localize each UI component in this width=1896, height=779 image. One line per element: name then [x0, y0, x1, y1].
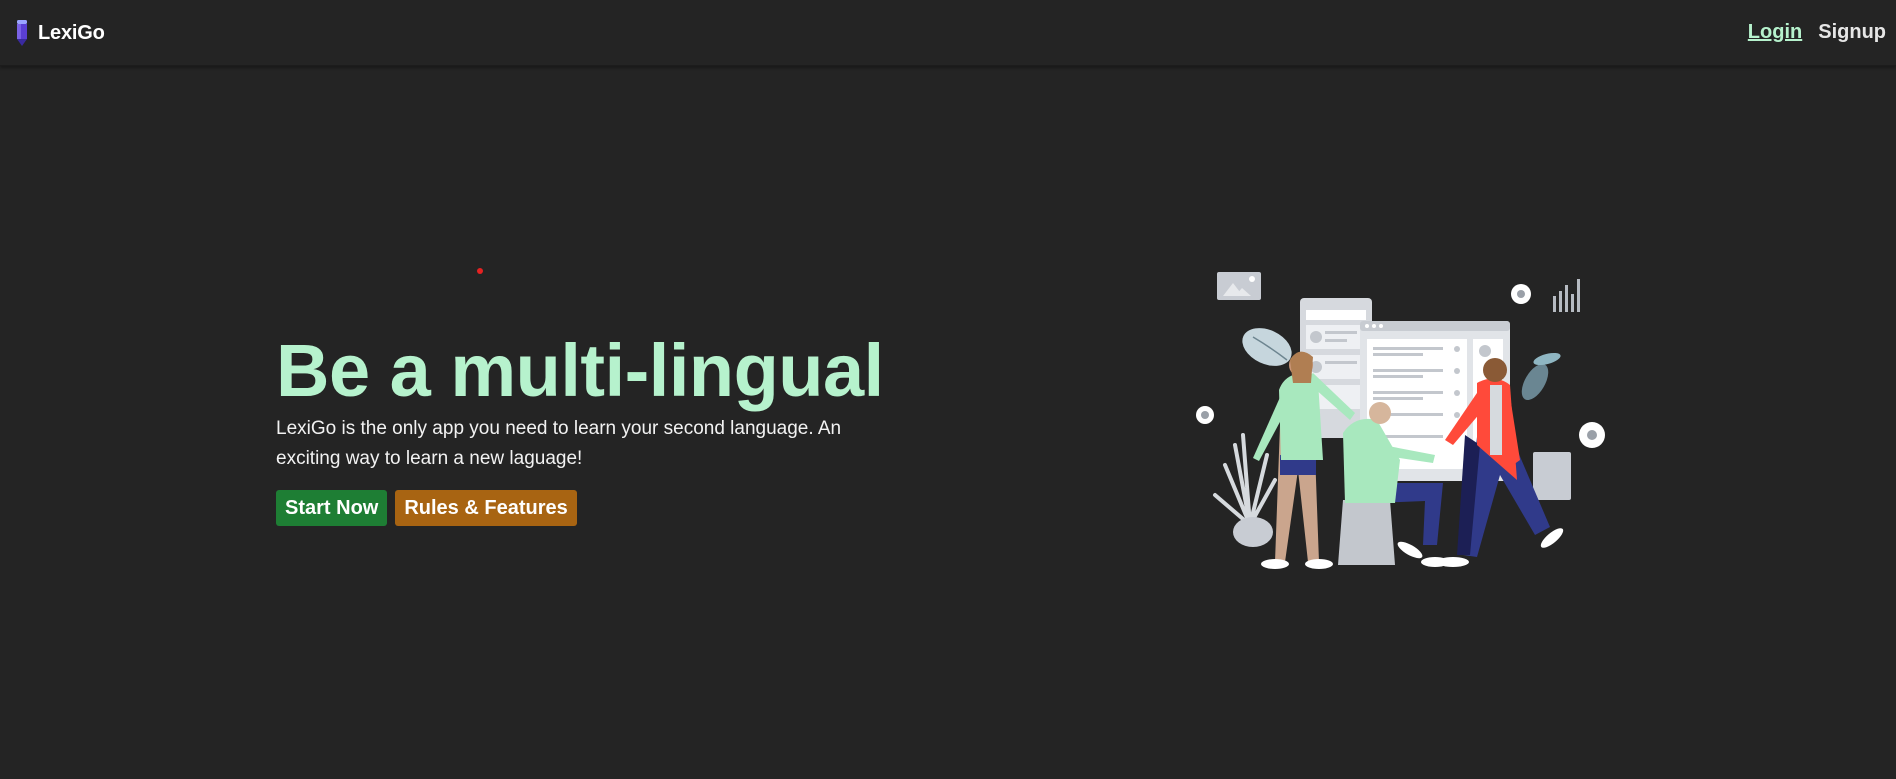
image-frame-icon — [1217, 272, 1261, 300]
hero-buttons: Start Now Rules & Features — [276, 490, 916, 526]
hero-headline: Be a multi-lingual — [276, 329, 884, 412]
leaf-decoration — [1242, 328, 1292, 366]
rules-features-button[interactable]: Rules & Features — [395, 490, 577, 526]
brand-link[interactable]: LexiGo — [16, 20, 105, 46]
decorative-dot — [477, 268, 483, 274]
hero-description: LexiGo is the only app you need to learn… — [276, 418, 842, 469]
pencil-icon — [17, 20, 27, 46]
navbar: LexiGo Login Signup — [0, 0, 1896, 66]
hero-section: Be a multi-lingual LexiGo is the only ap… — [276, 328, 916, 526]
login-link[interactable]: Login — [1748, 21, 1802, 44]
brand-name: LexiGo — [38, 21, 105, 44]
start-now-button[interactable]: Start Now — [276, 490, 388, 526]
bar-chart-icon — [1553, 279, 1580, 312]
team-collaboration-illustration — [1196, 272, 1605, 569]
nav-links: Login Signup — [1748, 21, 1886, 44]
signup-link[interactable]: Signup — [1818, 21, 1886, 44]
plant-decoration — [1213, 433, 1277, 547]
